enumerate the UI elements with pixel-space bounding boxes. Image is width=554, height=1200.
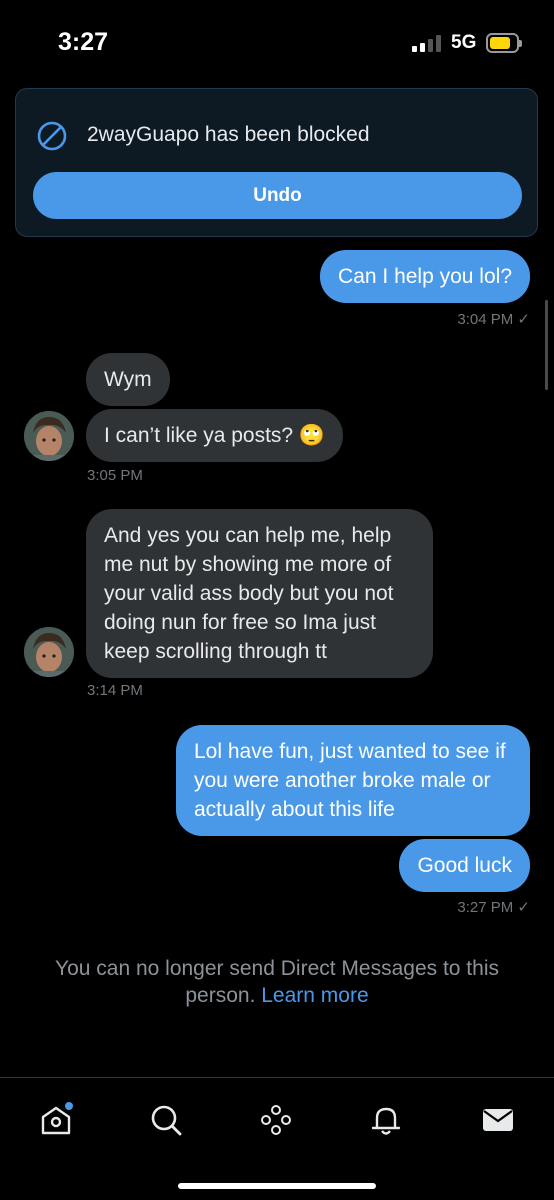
tab-search[interactable] [144,1098,188,1142]
network-type: 5G [451,32,477,53]
learn-more-link[interactable]: Learn more [261,984,368,1007]
home-indicator [178,1183,376,1189]
message-timestamp: 3:05 PM [87,467,143,484]
signal-strength-icon [412,34,441,52]
message-bubble-outgoing[interactable]: Can I help you lol? [320,250,530,303]
blocked-toast: 2wayGuapo has been blocked Undo [15,88,538,237]
message-timestamp: 3:27 PM ✓ [457,899,530,916]
message-bubble-incoming[interactable]: I can’t like ya posts? 🙄 [86,409,344,462]
message-bubble-outgoing[interactable]: Good luck [399,839,530,892]
message-timestamp: 3:04 PM ✓ [457,311,530,328]
blocked-notice: You can no longer send Direct Messages t… [30,955,524,1009]
tab-spaces[interactable] [254,1098,298,1142]
avatar-photo [24,627,74,677]
tab-messages[interactable] [476,1098,520,1142]
status-time: 3:27 [58,28,109,56]
search-icon [151,1105,182,1136]
battery-icon [486,33,522,53]
avatar[interactable] [24,411,74,461]
message-bubble-incoming[interactable]: Wym [86,353,170,406]
message-bubble-incoming[interactable]: And yes you can help me, help me nut by … [86,509,433,678]
blocked-message: 2wayGuapo has been blocked [87,123,370,146]
undo-button[interactable]: Undo [33,172,522,219]
bell-icon [371,1107,401,1135]
status-bar: 3:27 5G [0,0,554,80]
scrollbar[interactable] [545,300,548,390]
message-timestamp: 3:14 PM [87,682,143,699]
spaces-icon [261,1105,291,1135]
home-icon [41,1102,73,1135]
notification-dot [65,1102,73,1110]
tab-home[interactable] [34,1098,78,1142]
message-bubble-outgoing[interactable]: Lol have fun, just wanted to see if you … [176,725,530,836]
avatar[interactable] [24,627,74,677]
blocked-icon [37,121,67,151]
tab-notifications[interactable] [364,1098,408,1142]
mail-icon [483,1109,513,1131]
avatar-photo [24,411,74,461]
bottom-tab-bar [0,1077,554,1200]
